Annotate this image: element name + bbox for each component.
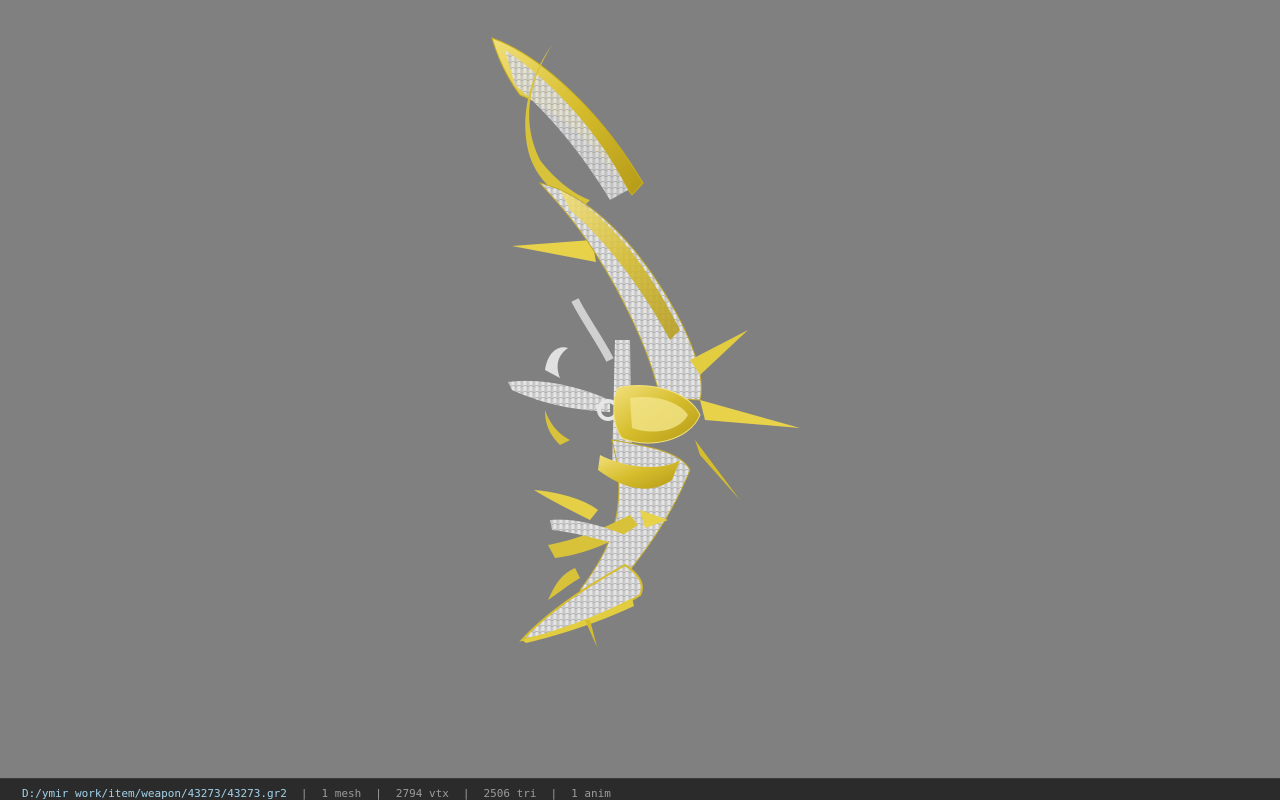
- separator: |: [550, 787, 558, 800]
- left-hook-top: [545, 347, 568, 378]
- separator: |: [375, 787, 382, 800]
- right-spike-top: [690, 330, 748, 375]
- right-spike-lower: [695, 440, 740, 500]
- file-path: D:/ymir work/item/weapon/43273/43273.gr2: [22, 787, 287, 800]
- mesh-count: 1 mesh: [321, 787, 362, 800]
- bow-weapon-model[interactable]: [0, 0, 1280, 778]
- vertex-count: 2794 vtx: [395, 787, 449, 800]
- bow-string-upper: [571, 298, 614, 362]
- left-spike-upper: [512, 240, 596, 262]
- upper-limb-silver: [505, 50, 628, 200]
- left-hook-bottom: [545, 410, 570, 445]
- separator: |: [300, 787, 308, 800]
- status-bar: D:/ymir work/item/weapon/43273/43273.gr2…: [0, 778, 1280, 800]
- 3d-viewport[interactable]: [0, 0, 1280, 778]
- animation-count: 1 anim: [571, 787, 611, 800]
- triangle-count: 2506 tri: [483, 787, 537, 800]
- left-crossguard: [508, 380, 610, 412]
- separator: |: [462, 787, 470, 800]
- lower-fin-1: [534, 490, 598, 520]
- right-spike-main: [700, 400, 800, 428]
